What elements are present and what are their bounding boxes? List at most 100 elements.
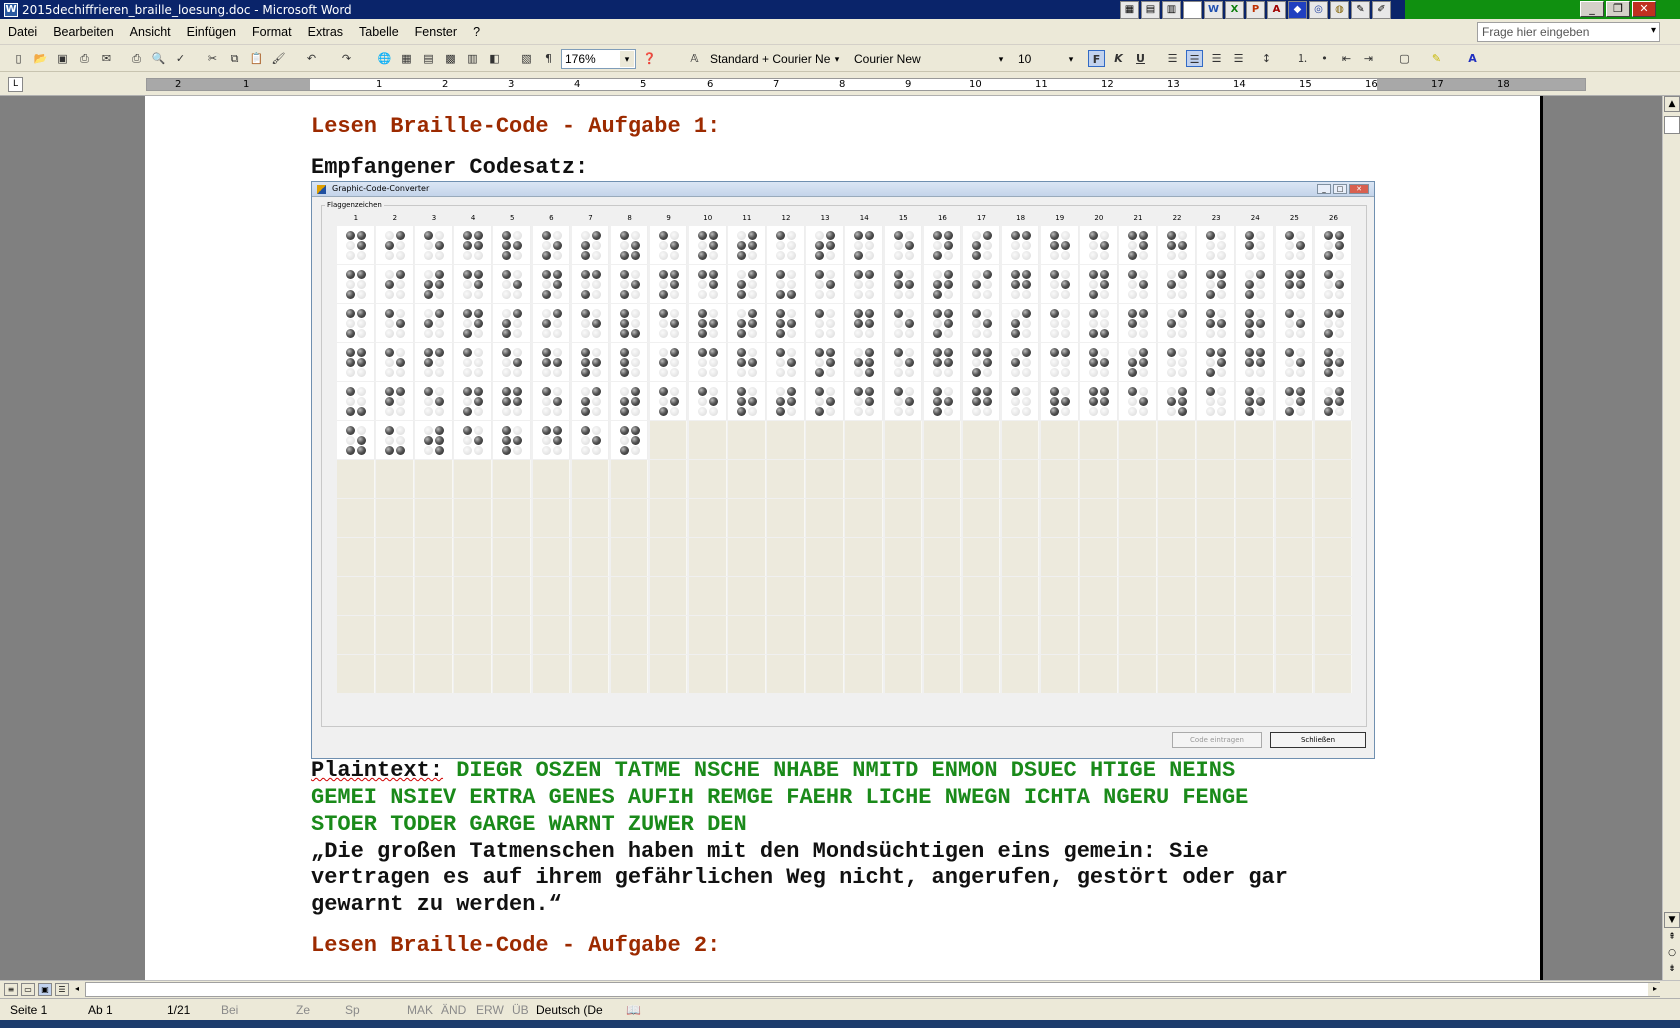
braille-dot xyxy=(1334,407,1344,416)
font-size-select[interactable]: 10 ▾ xyxy=(1014,49,1080,69)
show-hide-icon[interactable]: ¶ xyxy=(540,50,557,67)
highlight-icon[interactable]: ✎ xyxy=(1428,50,1445,67)
empty-cell xyxy=(767,421,805,459)
normal-view-icon[interactable]: ≡ xyxy=(4,983,18,996)
powerpoint-icon[interactable]: P xyxy=(1246,0,1265,19)
vertical-scrollbar[interactable]: ▲ ▼ ⇞ ○ ⇟ xyxy=(1662,96,1680,980)
decrease-indent-icon[interactable]: ⇤ xyxy=(1338,50,1355,67)
help-search-input[interactable]: Frage hier eingeben xyxy=(1477,22,1660,42)
align-right-icon[interactable]: ☰ xyxy=(1208,50,1225,67)
minimize-button[interactable]: _ xyxy=(1580,1,1604,17)
scroll-up-icon[interactable]: ▲ xyxy=(1664,96,1680,112)
drawing-icon[interactable]: ◧ xyxy=(486,50,503,67)
format-painter-icon[interactable]: 🖌 xyxy=(270,50,287,67)
numbering-icon[interactable]: ⒈ xyxy=(1294,50,1311,67)
menu-view[interactable]: Ansicht xyxy=(122,25,179,39)
borders-icon[interactable]: ▢ xyxy=(1396,50,1413,67)
new-document-icon[interactable]: ▯ xyxy=(10,50,27,67)
help-icon[interactable]: ❓ xyxy=(641,50,658,67)
document-icon[interactable]: ▥ xyxy=(1162,0,1181,19)
menu-tools[interactable]: Extras xyxy=(300,25,351,39)
app-icon[interactable]: ▦ xyxy=(1120,0,1139,19)
tool-icon[interactable]: ◍ xyxy=(1330,0,1349,19)
font-select[interactable]: Courier New ▾ xyxy=(850,49,1010,69)
paste-icon[interactable]: 📋 xyxy=(248,50,265,67)
align-center-icon[interactable]: ☰ xyxy=(1186,50,1203,67)
menu-help[interactable]: ? xyxy=(465,25,488,39)
document-map-icon[interactable]: ▧ xyxy=(518,50,535,67)
print-layout-icon[interactable]: ▣ xyxy=(38,983,52,996)
undo-icon[interactable]: ↶ xyxy=(303,50,320,67)
empty-cell xyxy=(884,616,923,654)
close-button[interactable]: ✕ xyxy=(1632,1,1656,17)
scroll-left-icon[interactable]: ◂ xyxy=(70,983,84,996)
underline-button[interactable]: U xyxy=(1132,50,1149,67)
status-extend[interactable]: ERW xyxy=(476,1003,504,1017)
status-overtype[interactable]: ÜB xyxy=(512,1003,529,1017)
justify-icon[interactable]: ☰ xyxy=(1230,50,1247,67)
print-icon[interactable]: ⎙ xyxy=(128,50,145,67)
menu-table[interactable]: Tabelle xyxy=(351,25,407,39)
spelling-icon[interactable]: ✓ xyxy=(172,50,189,67)
status-track-changes[interactable]: ÄND xyxy=(441,1003,466,1017)
horizontal-scroll-track[interactable] xyxy=(85,982,1660,997)
access-icon[interactable]: A xyxy=(1267,0,1286,19)
permission-icon[interactable]: ⎙ xyxy=(76,50,93,67)
columns-icon[interactable]: ▥ xyxy=(464,50,481,67)
status-language[interactable]: Deutsch (De xyxy=(536,1003,603,1017)
menu-insert[interactable]: Einfügen xyxy=(179,25,244,39)
braille-dot xyxy=(1128,397,1138,406)
web-view-icon[interactable]: ▭ xyxy=(21,983,35,996)
open-folder-icon[interactable]: 📂 xyxy=(32,50,49,67)
excel-icon[interactable]: X xyxy=(1225,0,1244,19)
italic-button[interactable]: K xyxy=(1110,50,1127,67)
browser-icon[interactable]: ◎ xyxy=(1309,0,1328,19)
styles-icon[interactable]: 𝔸 xyxy=(686,50,703,67)
pen-icon[interactable]: ✎ xyxy=(1351,0,1370,19)
menu-file[interactable]: Datei xyxy=(0,25,45,39)
zoom-select[interactable]: 176% ▾ xyxy=(561,49,636,69)
tab-selector[interactable]: L xyxy=(8,77,23,92)
maximize-button[interactable]: ❐ xyxy=(1606,1,1630,17)
style-select[interactable]: Standard + Courier Ne ▾ xyxy=(706,49,846,69)
outline-view-icon[interactable]: ☰ xyxy=(55,983,69,996)
email-icon[interactable]: ✉ xyxy=(98,50,115,67)
scroll-thumb[interactable] xyxy=(1664,116,1680,134)
braille-dot xyxy=(669,231,679,240)
copy-icon[interactable]: ⧉ xyxy=(226,50,243,67)
notes-icon[interactable]: ✐ xyxy=(1372,0,1391,19)
braille-dot xyxy=(1010,348,1020,357)
menu-window[interactable]: Fenster xyxy=(407,25,465,39)
word-icon[interactable]: W xyxy=(1204,0,1223,19)
ruler-bar[interactable]: 2 1 1 2 3 4 5 6 7 8 9 10 11 12 13 14 15 … xyxy=(146,78,1586,91)
font-color-icon[interactable]: A xyxy=(1464,50,1481,67)
status-macro-record[interactable]: MAK xyxy=(407,1003,433,1017)
increase-indent-icon[interactable]: ⇥ xyxy=(1360,50,1377,67)
tables-borders-icon[interactable]: ▦ xyxy=(398,50,415,67)
scroll-right-icon[interactable]: ▸ xyxy=(1648,983,1662,996)
print-preview-icon[interactable]: 🔍 xyxy=(150,50,167,67)
line-spacing-icon[interactable]: ↕ xyxy=(1258,50,1275,67)
explorer-icon[interactable]: ◆ xyxy=(1288,0,1307,19)
menu-format[interactable]: Format xyxy=(244,25,300,39)
bold-button[interactable]: F xyxy=(1088,50,1105,67)
bullets-icon[interactable]: • xyxy=(1316,50,1333,67)
insert-excel-icon[interactable]: ▩ xyxy=(442,50,459,67)
word-app-icon[interactable]: W xyxy=(4,2,18,17)
braille-dot xyxy=(658,407,668,416)
spelling-status-icon[interactable]: 📖 xyxy=(626,1003,641,1017)
save-icon[interactable]: ▣ xyxy=(54,50,71,67)
previous-page-icon[interactable]: ⇞ xyxy=(1664,930,1680,946)
next-page-icon[interactable]: ⇟ xyxy=(1664,962,1680,978)
braille-dot xyxy=(1089,270,1099,279)
browse-object-icon[interactable]: ○ xyxy=(1664,946,1680,962)
cut-icon[interactable]: ✂ xyxy=(204,50,221,67)
hyperlink-icon[interactable]: 🌐 xyxy=(376,50,393,67)
document-icon[interactable]: ▤ xyxy=(1141,0,1160,19)
menu-edit[interactable]: Bearbeiten xyxy=(45,25,121,39)
align-left-icon[interactable]: ☰ xyxy=(1164,50,1181,67)
scroll-down-icon[interactable]: ▼ xyxy=(1664,912,1680,928)
insert-table-icon[interactable]: ▤ xyxy=(420,50,437,67)
braille-dot xyxy=(1060,319,1070,328)
redo-icon[interactable]: ↷ xyxy=(338,50,355,67)
